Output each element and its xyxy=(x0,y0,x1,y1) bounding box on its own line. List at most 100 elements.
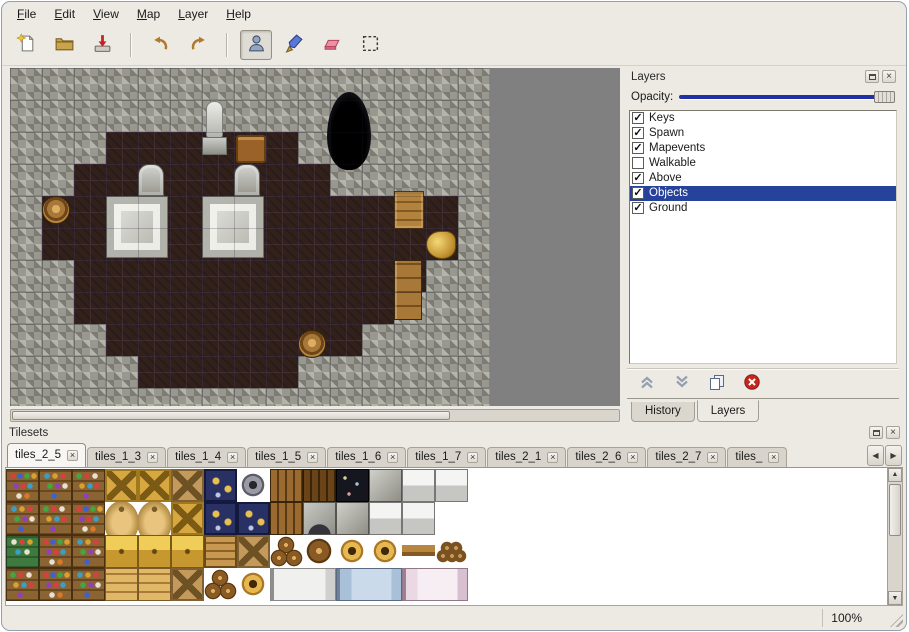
stone-tile[interactable] xyxy=(234,100,266,132)
stone-tile[interactable] xyxy=(234,388,266,406)
tileset-tile-ld[interactable] xyxy=(270,502,303,535)
map-canvas[interactable] xyxy=(10,68,620,406)
stone-tile[interactable] xyxy=(10,132,42,164)
floor-tile[interactable] xyxy=(298,260,330,292)
stone-tile[interactable] xyxy=(42,164,74,196)
stone-tile[interactable] xyxy=(42,100,74,132)
stone-tile[interactable] xyxy=(394,356,426,388)
layer-row-mapevents[interactable]: ✓Mapevents xyxy=(630,141,896,156)
stone-tile[interactable] xyxy=(106,100,138,132)
tileset-tab-tiles_1_5[interactable]: tiles_1_5× xyxy=(247,447,326,467)
stone-tile[interactable] xyxy=(106,388,138,406)
tileset-tile-cB[interactable] xyxy=(204,469,237,502)
floor-tile[interactable] xyxy=(298,196,330,228)
stone-tile[interactable] xyxy=(426,100,458,132)
tileset-tile-empty[interactable] xyxy=(501,568,534,601)
menu-view[interactable]: View xyxy=(86,4,126,24)
stone-tile[interactable] xyxy=(394,388,426,406)
stone-tile[interactable] xyxy=(10,388,42,406)
opacity-slider[interactable] xyxy=(679,90,895,104)
open-button[interactable] xyxy=(48,30,80,60)
floor-tile[interactable] xyxy=(362,292,394,324)
brush-tool-button[interactable] xyxy=(278,30,310,60)
tileset-tab-tiles_1_3[interactable]: tiles_1_3× xyxy=(87,447,166,467)
floor-tile[interactable] xyxy=(330,324,362,356)
resize-grip[interactable] xyxy=(890,614,903,627)
stone-tile[interactable] xyxy=(234,68,266,100)
tileset-tile-cG[interactable] xyxy=(105,469,138,502)
close-panel-button[interactable]: × xyxy=(882,70,896,83)
tileset-tile-cB[interactable] xyxy=(204,502,237,535)
stone-tile[interactable] xyxy=(74,324,106,356)
tileset-tile-sw[interactable] xyxy=(435,469,468,502)
floor-tile[interactable] xyxy=(330,292,362,324)
floor-tile[interactable] xyxy=(202,356,234,388)
menu-file[interactable]: File xyxy=(10,4,43,24)
tileset-tile-pl[interactable] xyxy=(138,568,171,601)
tileset-tile-bw[interactable] xyxy=(270,568,303,601)
tileset-tile-sh3[interactable] xyxy=(39,502,72,535)
stone-tile[interactable] xyxy=(362,324,394,356)
tab-close-icon[interactable]: × xyxy=(467,452,478,463)
floor-tile[interactable] xyxy=(106,324,138,356)
eraser-tool-button[interactable] xyxy=(316,30,348,60)
tileset-tile-ar[interactable] xyxy=(303,502,336,535)
tileset-tile-sh1[interactable] xyxy=(6,469,39,502)
menu-map[interactable]: Map xyxy=(130,4,167,24)
map-object-tomb[interactable] xyxy=(106,196,168,258)
stone-tile[interactable] xyxy=(298,132,330,164)
tileset-tab-tiles_2_7[interactable]: tiles_2_7× xyxy=(647,447,726,467)
tileset-tile-sw[interactable] xyxy=(402,502,435,535)
tileset-tile-cG[interactable] xyxy=(138,469,171,502)
stone-tile[interactable] xyxy=(458,292,490,324)
floor-tile[interactable] xyxy=(106,260,138,292)
stone-tile[interactable] xyxy=(74,132,106,164)
scrollbar-thumb[interactable] xyxy=(889,484,901,536)
floor-tile[interactable] xyxy=(170,356,202,388)
tileset-tab-tiles_2_6[interactable]: tiles_2_6× xyxy=(567,447,646,467)
layer-visibility-checkbox[interactable]: ✓ xyxy=(632,187,644,199)
tab-close-icon[interactable]: × xyxy=(707,452,718,463)
tileset-tile-empty[interactable] xyxy=(468,502,501,535)
layer-row-above[interactable]: ✓Above xyxy=(630,171,896,186)
stone-tile[interactable] xyxy=(298,68,330,100)
tileset-tile-br[interactable] xyxy=(270,535,303,568)
stone-tile[interactable] xyxy=(362,356,394,388)
stone-tile[interactable] xyxy=(42,388,74,406)
tileset-tile-empty[interactable] xyxy=(501,469,534,502)
floor-tile[interactable] xyxy=(330,228,362,260)
undo-button[interactable] xyxy=(144,30,176,60)
tileset-tile-bb[interactable] xyxy=(336,568,369,601)
stone-tile[interactable] xyxy=(266,100,298,132)
map-object-cabinet[interactable] xyxy=(394,260,422,320)
floor-tile[interactable] xyxy=(42,228,74,260)
floor-tile[interactable] xyxy=(298,164,330,196)
stone-tile[interactable] xyxy=(394,68,426,100)
tab-close-icon[interactable]: × xyxy=(387,452,398,463)
tileset-tab-tiles_1_7[interactable]: tiles_1_7× xyxy=(407,447,486,467)
stone-tile[interactable] xyxy=(458,260,490,292)
tileset-tile-cT[interactable] xyxy=(171,568,204,601)
stone-tile[interactable] xyxy=(458,132,490,164)
layer-row-walkable[interactable]: Walkable xyxy=(630,156,896,171)
floor-tile[interactable] xyxy=(362,196,394,228)
tileset-tile-empty[interactable] xyxy=(468,568,501,601)
tileset-tile-ld[interactable] xyxy=(270,469,303,502)
stone-tile[interactable] xyxy=(106,356,138,388)
floor-tile[interactable] xyxy=(170,228,202,260)
save-button[interactable] xyxy=(86,30,118,60)
stone-tile[interactable] xyxy=(10,228,42,260)
tileset-tile-sh3[interactable] xyxy=(6,568,39,601)
floor-tile[interactable] xyxy=(202,164,234,196)
tileset-tile-ch[interactable] xyxy=(105,535,138,568)
floor-tile[interactable] xyxy=(234,356,266,388)
floor-tile[interactable] xyxy=(266,292,298,324)
tileset-tab-tiles_[interactable]: tiles_× xyxy=(727,447,787,467)
stone-tile[interactable] xyxy=(74,388,106,406)
floor-tile[interactable] xyxy=(266,356,298,388)
floor-tile[interactable] xyxy=(298,228,330,260)
stone-tile[interactable] xyxy=(298,388,330,406)
floor-tile[interactable] xyxy=(170,260,202,292)
tileset-tile-cT[interactable] xyxy=(171,469,204,502)
stone-tile[interactable] xyxy=(426,356,458,388)
